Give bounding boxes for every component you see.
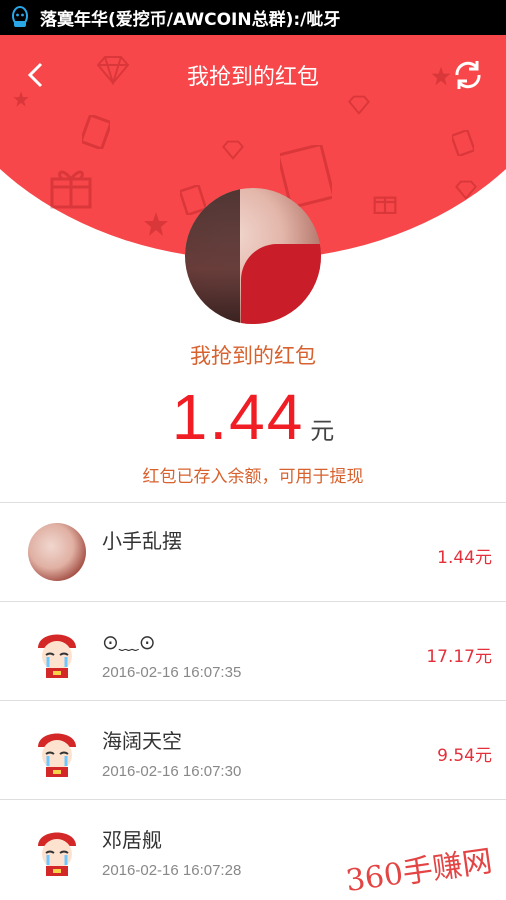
record-time: 2016-02-16 16:07:30 [102, 763, 242, 780]
amount-value: 1.44 [171, 381, 305, 453]
page-title: 我抢到的红包 [186, 65, 319, 90]
list-item[interactable]: ⊙﹏⊙ 2016-02-16 16:07:35 17.17元 [0, 601, 506, 700]
record-amount: 17.17元 [426, 647, 492, 667]
refresh-icon[interactable] [450, 57, 486, 93]
user-avatar [185, 188, 321, 324]
record-amount: 9.54元 [437, 746, 492, 766]
nav-bar: 我抢到的红包 [0, 35, 506, 115]
notification-text: 落寞年华(爱挖币/AWCOIN总群):/呲牙 [40, 10, 341, 30]
list-item[interactable]: 海阔天空 2016-02-16 16:07:30 9.54元 [0, 700, 506, 799]
summary-title: 我抢到的红包 [190, 344, 316, 368]
sender-name: 邓居舰 [102, 828, 162, 852]
gift-icon [50, 170, 92, 209]
sender-name: 小手乱摆 [102, 529, 182, 553]
record-amount: 1.44元 [437, 548, 492, 568]
avatar [28, 820, 86, 878]
qq-icon [0, 0, 40, 35]
balance-note: 红包已存入余额，可用于提现 [142, 467, 364, 487]
avatar [28, 622, 86, 680]
back-arrow-icon[interactable] [18, 57, 54, 93]
sender-name: ⊙﹏⊙ [102, 630, 156, 654]
gift-icon [373, 196, 397, 214]
amount-unit: 元 [310, 417, 335, 445]
record-list: 小手乱摆 1.44元 ⊙﹏⊙ 2016-02-16 16:07:35 17.17… [0, 502, 506, 898]
envelope-icon [82, 115, 110, 149]
avatar [28, 721, 86, 779]
diamond-icon [455, 180, 477, 200]
star-icon [144, 212, 168, 236]
diamond-icon [222, 140, 244, 160]
list-item[interactable]: 小手乱摆 1.44元 [0, 502, 506, 601]
record-time: 2016-02-16 16:07:35 [102, 664, 242, 681]
status-bar: 落寞年华(爱挖币/AWCOIN总群):/呲牙 [0, 0, 506, 35]
sender-name: 海阔天空 [102, 729, 182, 753]
envelope-icon [452, 130, 474, 156]
record-time: 2016-02-16 16:07:28 [102, 862, 242, 879]
avatar [28, 523, 86, 581]
amount-display: 1.44 元 [0, 380, 506, 454]
red-packet-page: 落寞年华(爱挖币/AWCOIN总群):/呲牙 我抢到的红包 我抢到的红包 1.4… [0, 0, 506, 900]
